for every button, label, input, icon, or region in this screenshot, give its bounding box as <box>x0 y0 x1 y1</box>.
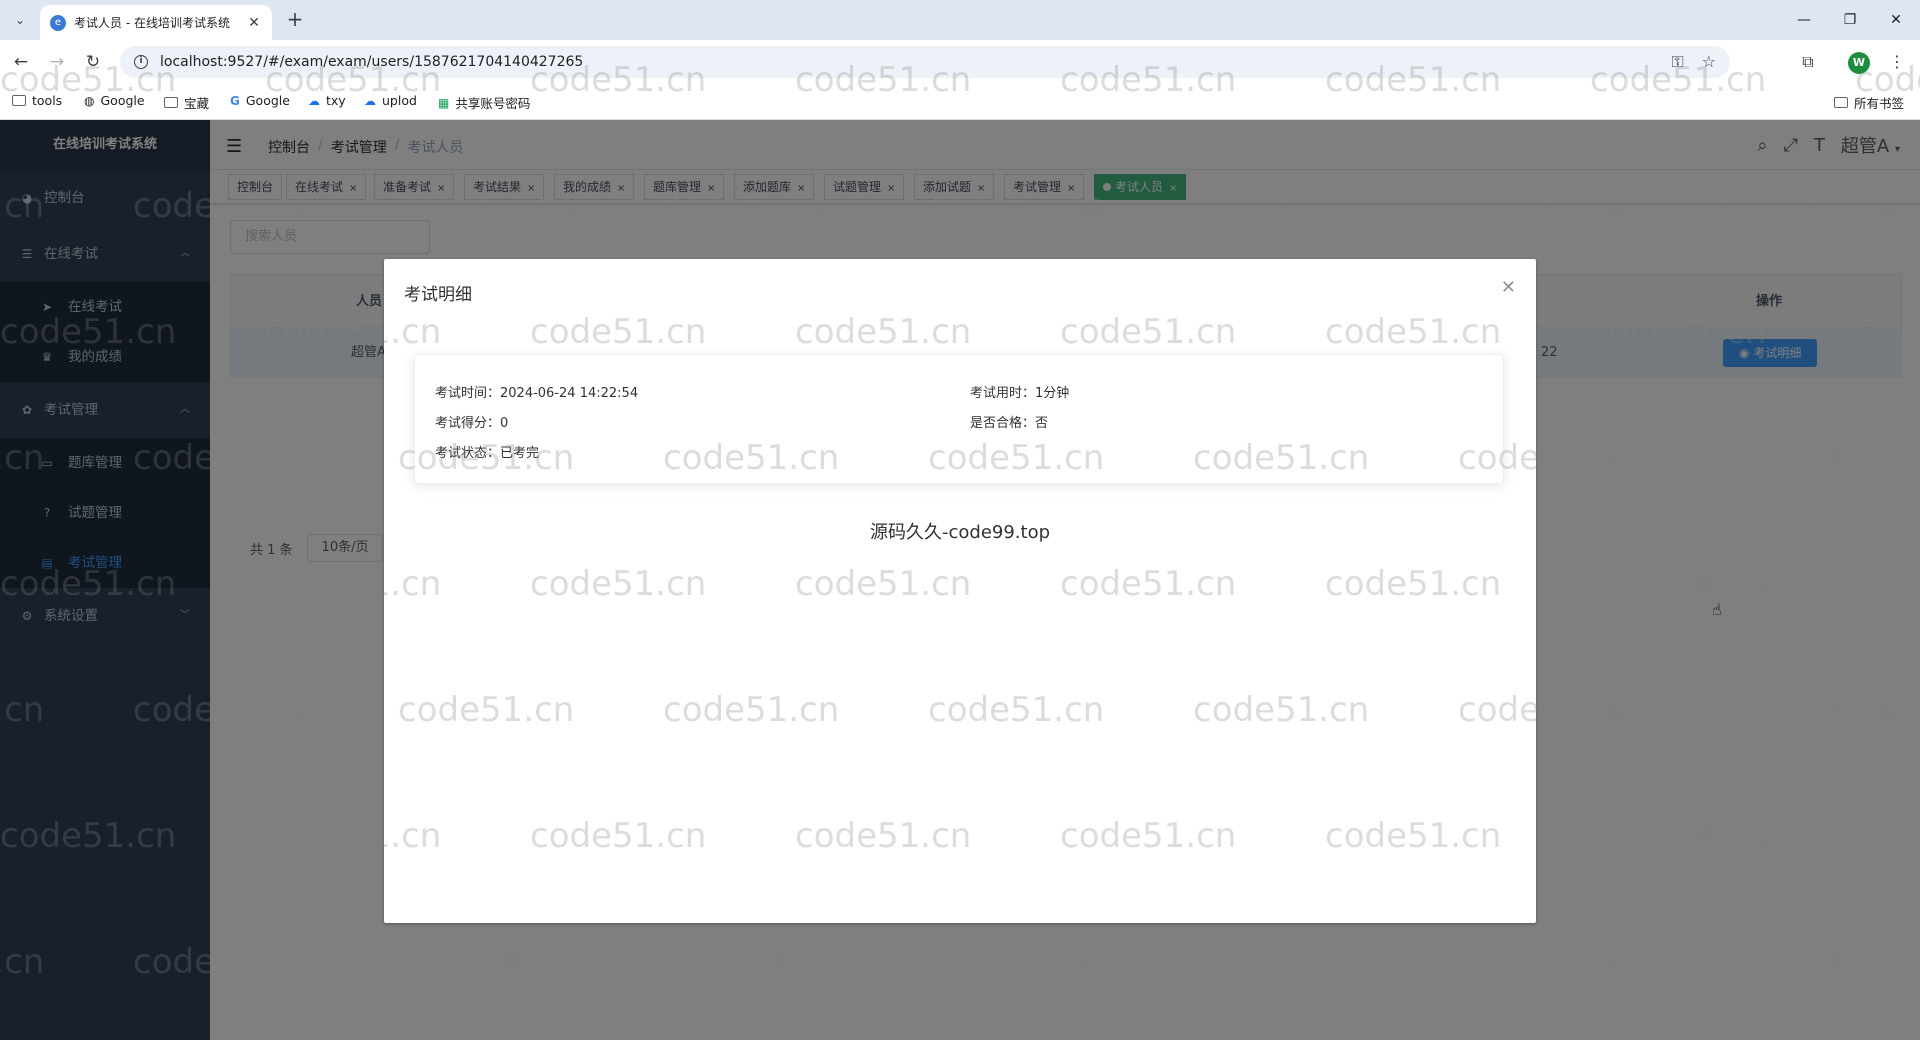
url-text: localhost:9527/#/exam/exam/users/1587621… <box>160 54 584 70</box>
forward-icon[interactable]: → <box>44 50 70 74</box>
google-icon: G <box>230 93 240 108</box>
tab-search-icon[interactable]: ⌄ <box>8 9 32 31</box>
bookmark-tools[interactable]: tools <box>12 93 62 108</box>
dialog-close-icon[interactable]: ✕ <box>1501 277 1516 298</box>
window-close-icon[interactable]: ✕ <box>1876 8 1916 32</box>
restore-icon[interactable]: ❐ <box>1830 8 1870 32</box>
bookmark-google[interactable]: ◍ Google <box>84 93 145 108</box>
folder-icon <box>12 95 26 106</box>
dialog-footer-text: 源码久久-code99.top <box>869 522 1051 543</box>
bookmarks-bar: tools ◍ Google 宝藏 G Google ☁ txy ☁ uplod ▦ 共享… <box>0 84 1920 120</box>
cloud-icon: ☁ <box>364 93 376 108</box>
reload-icon[interactable]: ↻ <box>80 50 106 74</box>
exam-detail-dialog: 考试明细 ✕ 考试时间：2024-06-24 14:22:54 考试用时：1分钟… <box>384 259 1536 923</box>
exam-score: 考试得分：0 <box>435 416 509 431</box>
globe-icon: ◍ <box>84 93 95 108</box>
folder-icon <box>164 97 178 108</box>
browser-tab[interactable]: e 考试人员 - 在线培训考试系统 ✕ <box>40 5 272 40</box>
exam-time: 考试时间：2024-06-24 14:22:54 <box>435 386 639 401</box>
dialog-title: 考试明细 <box>404 285 472 305</box>
new-tab-icon[interactable]: + <box>282 8 308 32</box>
extensions-icon[interactable]: ⧉ <box>1795 50 1821 74</box>
cloud-icon: ☁ <box>308 93 320 108</box>
password-key-icon[interactable]: ⚿ <box>1671 52 1683 72</box>
browser-toolbar: ← → ↻ i localhost:9527/#/exam/exam/users… <box>0 40 1920 84</box>
sheet-icon: ▦ <box>438 95 450 110</box>
mouse-cursor-icon: ☝ <box>1712 600 1722 619</box>
back-icon[interactable]: ← <box>8 50 34 74</box>
all-bookmarks[interactable]: 所有书签 <box>1834 93 1904 112</box>
site-favicon-icon: e <box>50 14 66 31</box>
exam-status: 考试状态：已考完 <box>435 446 540 461</box>
browser-tabstrip: ⌄ e 考试人员 - 在线培训考试系统 ✕ + — ❐ ✕ <box>0 0 1920 40</box>
tab-title: 考试人员 - 在线培训考试系统 <box>74 16 230 30</box>
bookmark-google-2[interactable]: G Google <box>230 93 290 108</box>
site-info-icon[interactable]: i <box>134 55 148 69</box>
address-bar[interactable]: i localhost:9527/#/exam/exam/users/15876… <box>120 46 1730 78</box>
browser-menu-icon[interactable]: ⋮ <box>1884 50 1910 74</box>
bookmark-treasure[interactable]: 宝藏 <box>164 93 209 112</box>
tab-close-icon[interactable]: ✕ <box>246 15 262 31</box>
profile-avatar[interactable]: W <box>1848 52 1870 74</box>
bookmark-star-icon[interactable]: ☆ <box>1702 52 1716 72</box>
bookmark-shared-accounts[interactable]: ▦ 共享账号密码 <box>438 93 530 112</box>
exam-detail-card: 考试时间：2024-06-24 14:22:54 考试用时：1分钟 考试得分：0… <box>414 354 1504 484</box>
exam-duration: 考试用时：1分钟 <box>970 386 1070 401</box>
exam-passed: 是否合格：否 <box>970 416 1049 431</box>
folder-icon <box>1834 97 1848 108</box>
bookmark-uplod[interactable]: ☁ uplod <box>364 93 417 108</box>
minimize-icon[interactable]: — <box>1784 8 1824 32</box>
bookmark-txy[interactable]: ☁ txy <box>308 93 346 108</box>
